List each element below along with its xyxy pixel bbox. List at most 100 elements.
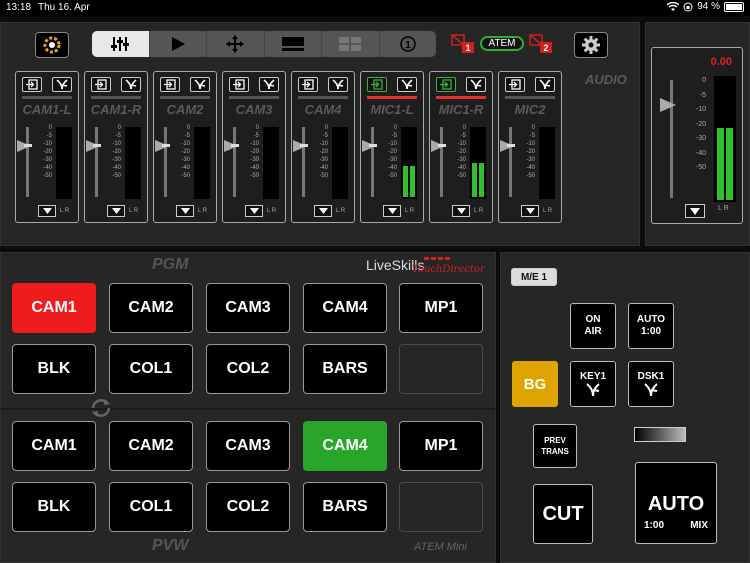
pvw-source-button[interactable]: CAM4 bbox=[303, 421, 387, 471]
channel-fader-track[interactable] bbox=[440, 127, 443, 197]
atem-connection-badge[interactable]: ATEM bbox=[480, 36, 524, 51]
scale-tick-label: -10 bbox=[250, 141, 259, 147]
dsk1-button[interactable]: DSK1 bbox=[628, 361, 674, 407]
pgm-source-button[interactable]: COL1 bbox=[109, 344, 193, 394]
split-button[interactable] bbox=[190, 77, 210, 92]
pgm-source-button[interactable]: MP1 bbox=[399, 283, 483, 333]
tab-multiview[interactable] bbox=[322, 31, 380, 57]
channel-options-button[interactable] bbox=[176, 205, 194, 217]
move-icon bbox=[226, 35, 245, 53]
channel-fader-track[interactable] bbox=[164, 127, 167, 197]
split-button[interactable] bbox=[535, 77, 555, 92]
input-route-button[interactable] bbox=[505, 77, 525, 92]
channel-strip: CAM3 0 -5 -10 -20 -30 -40 -50 L R bbox=[222, 71, 286, 223]
cam-link-2-icon[interactable]: 2 bbox=[528, 33, 554, 55]
input-route-button[interactable] bbox=[91, 77, 111, 92]
split-button[interactable] bbox=[121, 77, 141, 92]
scale-tick-label: -20 bbox=[181, 149, 190, 155]
tab-info[interactable]: 1 bbox=[380, 31, 437, 57]
prev-trans-button[interactable]: PREV TRANS bbox=[533, 424, 577, 468]
pgm-source-button[interactable]: CAM3 bbox=[206, 283, 290, 333]
input-route-button[interactable] bbox=[22, 77, 42, 92]
pgm-source-button[interactable]: COL2 bbox=[206, 344, 290, 394]
channel-name: MIC1-R bbox=[438, 102, 484, 117]
tab-monitor[interactable] bbox=[265, 31, 322, 57]
settings-button[interactable] bbox=[574, 32, 608, 58]
input-route-button[interactable] bbox=[298, 77, 318, 92]
master-options-button[interactable] bbox=[685, 204, 705, 218]
split-button[interactable] bbox=[466, 77, 486, 92]
pvw-source-button[interactable]: MP1 bbox=[399, 421, 483, 471]
pgm-source-button[interactable]: CAM2 bbox=[109, 283, 193, 333]
input-route-button[interactable] bbox=[160, 77, 180, 92]
channel-fader-track[interactable] bbox=[302, 127, 305, 197]
split-button[interactable] bbox=[328, 77, 348, 92]
channel-fader-track[interactable] bbox=[509, 127, 512, 197]
auto-button[interactable]: AUTO 1:00 MIX bbox=[635, 462, 717, 544]
pgm-source-button[interactable] bbox=[399, 344, 483, 394]
pvw-source-button[interactable]: CAM1 bbox=[12, 421, 96, 471]
channel-scale: 0 -5 -10 -20 -30 -40 -50 bbox=[176, 124, 190, 180]
channel-lr-label: L R bbox=[129, 208, 139, 214]
channel-fader-track[interactable] bbox=[26, 127, 29, 197]
tab-mixer[interactable] bbox=[92, 31, 150, 57]
pvw-source-button[interactable] bbox=[399, 482, 483, 532]
auto-small-button[interactable]: AUTO 1:00 bbox=[628, 303, 674, 349]
input-route-icon bbox=[509, 79, 521, 90]
channel-lr-label: L R bbox=[336, 208, 346, 214]
bg-button[interactable]: BG bbox=[512, 361, 558, 407]
on-air-button[interactable]: ON AIR bbox=[570, 303, 616, 349]
transition-bar[interactable] bbox=[634, 427, 686, 442]
scale-tick-label: -10 bbox=[388, 141, 397, 147]
tab-move[interactable] bbox=[207, 31, 265, 57]
pvw-source-button[interactable]: CAM2 bbox=[109, 421, 193, 471]
pvw-source-button[interactable]: COL2 bbox=[206, 482, 290, 532]
channel-options-button[interactable] bbox=[245, 205, 263, 217]
channel-strip: MIC2 0 -5 -10 -20 -30 -40 -50 L R bbox=[498, 71, 562, 223]
pvw-source-button[interactable]: CAM3 bbox=[206, 421, 290, 471]
meter-bar bbox=[410, 166, 415, 197]
scale-tick-label: -5 bbox=[391, 133, 397, 139]
channel-options-button[interactable] bbox=[521, 205, 539, 217]
cut-button[interactable]: CUT bbox=[533, 484, 593, 544]
channel-options-button[interactable] bbox=[314, 205, 332, 217]
split-button[interactable] bbox=[259, 77, 279, 92]
channel-options-button[interactable] bbox=[38, 205, 56, 217]
key1-button[interactable]: KEY1 bbox=[570, 361, 616, 407]
channel-fader-knob-line bbox=[231, 144, 239, 147]
cam-link-1-icon[interactable]: 1 bbox=[450, 33, 476, 55]
pvw-source-button[interactable]: BLK bbox=[12, 482, 96, 532]
channel-options-button[interactable] bbox=[383, 205, 401, 217]
pgm-source-button[interactable]: BARS bbox=[303, 344, 387, 394]
channel-options-button[interactable] bbox=[107, 205, 125, 217]
pgm-source-button[interactable]: BLK bbox=[12, 344, 96, 394]
channel-fader-track[interactable] bbox=[371, 127, 374, 197]
input-route-button[interactable] bbox=[436, 77, 456, 92]
scale-tick-label: 0 bbox=[462, 125, 466, 131]
channel-strip: MIC1-R 0 -5 -10 -20 -30 -40 -50 L R bbox=[429, 71, 493, 223]
me-selector[interactable]: M/E 1 bbox=[511, 268, 557, 286]
channel-level-meter bbox=[263, 127, 279, 199]
input-route-button[interactable] bbox=[229, 77, 249, 92]
channel-fader-track[interactable] bbox=[95, 127, 98, 197]
pgm-source-button[interactable]: CAM1 bbox=[12, 283, 96, 333]
scale-tick-label: -30 bbox=[457, 157, 466, 163]
channel-fader-track[interactable] bbox=[233, 127, 236, 197]
multiview-icon bbox=[339, 37, 362, 51]
input-route-button[interactable] bbox=[367, 77, 387, 92]
swap-icon[interactable] bbox=[88, 396, 114, 420]
split-button[interactable] bbox=[52, 77, 72, 92]
tab-play[interactable] bbox=[150, 31, 207, 57]
pgm-source-button[interactable]: CAM4 bbox=[303, 283, 387, 333]
split-button[interactable] bbox=[397, 77, 417, 92]
pvw-source-button[interactable]: COL1 bbox=[109, 482, 193, 532]
view-tabs: 1 bbox=[92, 31, 436, 57]
pvw-source-button[interactable]: BARS bbox=[303, 482, 387, 532]
monitor-icon bbox=[281, 37, 304, 51]
channel-options-button[interactable] bbox=[452, 205, 470, 217]
channel-scale: 0 -5 -10 -20 -30 -40 -50 bbox=[452, 124, 466, 180]
master-fader-knob[interactable] bbox=[660, 98, 676, 112]
record-status-button[interactable] bbox=[35, 32, 69, 58]
channel-strip: CAM2 0 -5 -10 -20 -30 -40 -50 L R bbox=[153, 71, 217, 223]
live-indicator bbox=[160, 96, 210, 99]
